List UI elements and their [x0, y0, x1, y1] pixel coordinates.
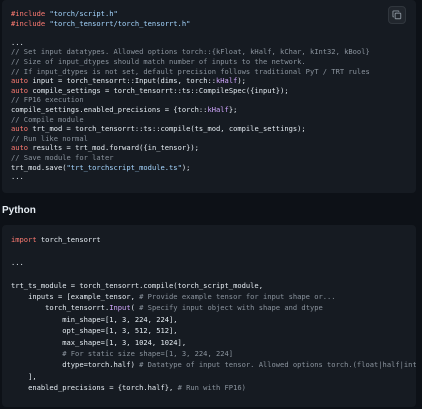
- code-token: #include: [11, 18, 50, 28]
- code-token: "trt_torchscript_module.ts": [66, 162, 182, 172]
- code-token: opt_shape=[1, 3, 512, 512],: [11, 326, 178, 336]
- cpp-code-block: #include "torch/script.h" #include "torch…: [2, 0, 416, 193]
- code-token: # Run with FP16): [177, 383, 246, 393]
- code-token: };: [228, 104, 238, 114]
- code-token: # run inference: [161, 406, 225, 407]
- code-token: # Datatype of input tensor. Allowed opti…: [139, 360, 416, 370]
- code-token: // Run like normal: [11, 133, 88, 143]
- code-token: # Provide example tensor for input shape…: [139, 291, 336, 301]
- code-line: inputs = [example_tensor, # Provide exam…: [11, 291, 416, 302]
- code-line: // FP16 execution: [11, 95, 370, 105]
- code-line: auto compile_settings = torch_tensorrt::…: [11, 86, 370, 96]
- code-token: );: [181, 162, 191, 172]
- code-line: min_shape=[1, 3, 224, 224],: [11, 314, 416, 325]
- code-line: // Run like normal: [11, 134, 370, 144]
- code-line: ...: [11, 38, 370, 48]
- code-line: ...: [11, 172, 370, 182]
- code-line: trt_mod.save("trt_torchscript_module.ts"…: [11, 163, 370, 173]
- code-token: torch_tensorrt.: [11, 303, 110, 313]
- python-code[interactable]: import torch_tensorrt... trt_ts_module = …: [11, 234, 416, 407]
- code-token: ...: [11, 37, 24, 47]
- code-token: import: [11, 235, 41, 244]
- code-line: result = trt_ts_module(input_data) # run…: [11, 405, 416, 407]
- code-token: min_shape=[1, 3, 224, 224],: [11, 314, 178, 324]
- code-token: );: [237, 76, 246, 86]
- code-token: auto: [11, 76, 33, 86]
- code-line: # For static size shape=[1, 3, 224, 224]: [11, 348, 416, 359]
- code-token: trt_mod = torch_tensorrt::ts::compile(ts…: [32, 124, 306, 134]
- code-token: result =: [11, 406, 49, 407]
- code-token: results = trt_mod.forward({in_tensor});: [32, 143, 199, 153]
- section-heading: Python: [2, 205, 36, 216]
- code-token: (: [130, 303, 140, 313]
- code-line: auto input = torch_tensorrt::Input(dims,…: [11, 76, 370, 86]
- code-line: #include "torch_tensorrt/torch_tensorrt.…: [11, 19, 370, 29]
- code-token: compile_settings = torch_tensorrt::ts::C…: [32, 85, 289, 95]
- code-line: auto trt_mod = torch_tensorrt::ts::compi…: [11, 124, 370, 134]
- code-token: kHalf: [207, 104, 229, 114]
- code-token: trt_ts_module = torch_tensorrt.compile(t…: [11, 280, 263, 290]
- code-token: // Save module for later: [11, 152, 114, 162]
- code-line: // Size of input_dtypes should match num…: [11, 57, 370, 67]
- code-token: enabled_precisions = {torch.half},: [11, 383, 178, 393]
- code-token: // If input_dtypes is not set, default p…: [11, 66, 370, 76]
- code-token: max_shape=[1, 3, 1024, 1024],: [11, 337, 187, 347]
- code-token: # For static size shape=[1, 3, 224, 224]: [62, 348, 234, 358]
- code-token: // FP16 execution: [11, 95, 84, 105]
- code-line: // If input_dtypes is not set, default p…: [11, 67, 370, 77]
- code-token: "torch/script.h": [49, 9, 118, 18]
- code-token: trt_mod.save(: [11, 162, 67, 172]
- code-token: compile_settings.enabled_precisions = {t…: [11, 104, 208, 114]
- code-token: (input_data): [105, 406, 161, 407]
- code-line: max_shape=[1, 3, 1024, 1024],: [11, 337, 416, 348]
- code-token: // Set input datatypes. Allowed options …: [11, 47, 370, 57]
- code-line: compile_settings.enabled_precisions = {t…: [11, 105, 370, 115]
- cpp-code[interactable]: #include "torch/script.h" #include "torch…: [11, 9, 370, 182]
- code-token: Input: [109, 303, 131, 313]
- code-token: torch_tensorrt: [40, 235, 101, 244]
- code-token: # Specify input object with shape and dt…: [139, 303, 323, 313]
- code-token: auto: [11, 124, 33, 134]
- code-token: ...: [11, 257, 24, 267]
- code-line: ...: [11, 257, 416, 268]
- code-line: trt_ts_module = torch_tensorrt.compile(t…: [11, 280, 416, 291]
- copy-icon: [392, 10, 402, 20]
- code-line: // Compile module: [11, 115, 370, 125]
- code-token: // Compile module: [11, 114, 84, 124]
- code-line: import torch_tensorrt: [11, 234, 416, 245]
- code-token: ...: [11, 172, 24, 182]
- code-line: enabled_precisions = {torch.half}, # Run…: [11, 382, 416, 393]
- code-token: inputs = [example_tensor,: [11, 291, 140, 301]
- code-line: opt_shape=[1, 3, 512, 512],: [11, 325, 416, 336]
- code-line: // Set input datatypes. Allowed options …: [11, 47, 370, 57]
- code-line: // Save module for later: [11, 153, 370, 163]
- code-token: "torch_tensorrt/torch_tensorrt.h": [49, 18, 191, 28]
- code-token: #include: [11, 9, 50, 18]
- code-token: auto: [11, 143, 33, 153]
- code-line: ],: [11, 371, 416, 382]
- code-line: auto results = trt_mod.forward({in_tenso…: [11, 143, 370, 153]
- code-token: auto: [11, 85, 33, 95]
- code-line: dtype=torch.half) # Datatype of input te…: [11, 359, 416, 370]
- code-line: #include "torch/script.h": [11, 9, 370, 19]
- code-token: kHalf: [216, 76, 238, 86]
- code-line: torch_tensorrt.Input( # Specify input ob…: [11, 302, 416, 313]
- python-code-block: import torch_tensorrt... trt_ts_module = …: [2, 225, 416, 407]
- code-token: dtype=torch.half): [11, 360, 140, 370]
- code-token: // Size of input_dtypes should match num…: [11, 56, 306, 66]
- code-token: ],: [11, 371, 37, 381]
- code-token: trt_ts_module: [49, 406, 105, 407]
- code-token: input = torch_tensorrt::Input(dims, torc…: [32, 76, 217, 86]
- copy-button[interactable]: [388, 6, 406, 24]
